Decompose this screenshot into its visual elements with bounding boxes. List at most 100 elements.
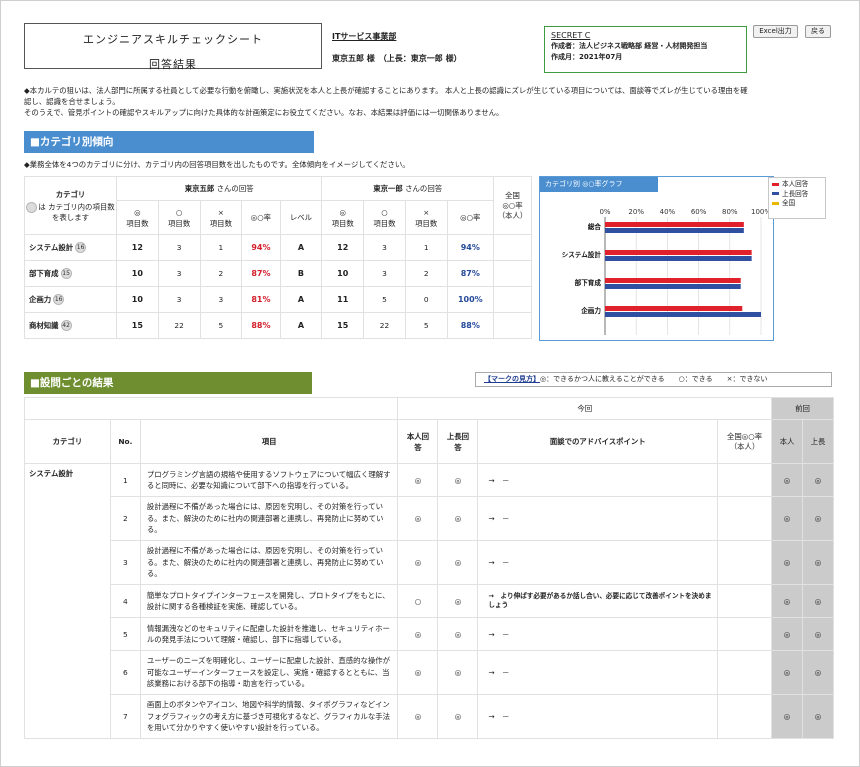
item-col-header: 項目 bbox=[139, 419, 399, 464]
legend-item-self: 本人回答 bbox=[772, 180, 822, 190]
category-name: 商材知識 42 bbox=[24, 312, 117, 339]
item-count-badge: 16 bbox=[75, 242, 87, 254]
category-section-desc: ◆業務全体を4つのカテゴリに分け、カテゴリ内の回答項目数を出したものです。全体傾… bbox=[24, 160, 410, 169]
chart-bar-self bbox=[605, 278, 741, 283]
self-name: 東京五郎 bbox=[184, 184, 215, 193]
back-button[interactable]: 戻る bbox=[805, 25, 831, 38]
category-col-header: カテゴリ bbox=[24, 419, 111, 464]
detail-section-header: ■設問ごとの結果 bbox=[24, 372, 312, 394]
no-col-header: No. bbox=[109, 419, 141, 464]
now-header: 今回 bbox=[397, 397, 773, 420]
chart-category-label: 部下育成 bbox=[575, 278, 602, 287]
category-header-label: カテゴリ bbox=[55, 189, 86, 199]
answer-suffix: さんの回答 bbox=[402, 184, 443, 193]
chart-bar-boss bbox=[605, 256, 752, 261]
chart-tick-label: 20% bbox=[628, 208, 644, 216]
chart-category-label: 総合 bbox=[588, 222, 602, 231]
category-name: システム設計 16 bbox=[24, 234, 117, 261]
mark-legend-link[interactable]: 【マークの見方】 bbox=[484, 375, 540, 383]
chart-bar-self bbox=[605, 306, 743, 311]
col-ee: ◎ 項目数 bbox=[116, 200, 159, 235]
self-answer-header: 東京五郎 さんの回答 bbox=[115, 176, 323, 201]
intro-text: ◆本カルテの狙いは、法人部門に所属する社員として必要な行動を俯瞰し、実施状況を本… bbox=[24, 85, 834, 118]
chart-bar-boss bbox=[605, 284, 741, 289]
chart-bar-boss bbox=[605, 312, 761, 317]
count-circle-icon bbox=[26, 201, 38, 213]
mark-legend: 【マークの見方】◎：できるかつ人に教えることができる ○：できる ×：できない bbox=[475, 372, 832, 387]
advice-col-header: 面談でのアドバイスポイント bbox=[477, 419, 719, 464]
mark-legend-text: ◎：できるかつ人に教えることができる ○：できる ×：できない bbox=[540, 375, 768, 383]
names-label: 東京五郎 様 （上長：東京一郎 様） bbox=[332, 54, 462, 63]
excel-export-button[interactable]: Excel出力 bbox=[753, 25, 798, 38]
chart-tick-label: 0% bbox=[599, 208, 610, 216]
table-row: システム設計 1 プログラミング言語の規格や使用するソフトウェアについて幅広く理解… bbox=[24, 463, 835, 739]
boss-answer-header: 東京一郎 さんの回答 bbox=[321, 176, 494, 201]
company-label: ◎○率 bbox=[502, 200, 523, 210]
chart-legend: 本人回答 上長回答 全国 bbox=[768, 177, 826, 219]
table-row: 3 設計過程に不備があった場合には、原因を究明し、その対策を行っている。また、解決… bbox=[25, 540, 835, 585]
chart-bar-boss bbox=[605, 228, 744, 233]
col-rate: ◎○率 bbox=[241, 200, 281, 235]
chart-svg: 0% 20% 40% 60% 80% 100%総合システム設計部下育成企画力 bbox=[562, 208, 771, 335]
detail-category: システム設計 bbox=[24, 463, 111, 739]
category-name: 企画力 16 bbox=[24, 286, 117, 313]
legend-item-boss: 上長回答 bbox=[772, 190, 822, 200]
col-o: ○ 項目数 bbox=[157, 200, 201, 235]
department-label: ITサービス事業部 bbox=[332, 32, 397, 41]
item-count-badge: 15 bbox=[60, 268, 72, 280]
prev-self-col-header: 本人 bbox=[771, 419, 803, 464]
secret-box: SECRET C 作成者：法人ビジネス戦略部 経営・人材開発担当 作成月：202… bbox=[544, 26, 747, 73]
table-row: システム設計 16 12 3 1 94% A 12 3 1 94% bbox=[24, 234, 532, 261]
table-row: 企画力 16 10 3 3 81% A 11 5 0 100% bbox=[24, 286, 532, 313]
created-label: 作成月：2021年07月 bbox=[551, 53, 623, 61]
item-count-badge: 42 bbox=[60, 320, 72, 332]
col-ee: ◎ 項目数 bbox=[321, 200, 365, 235]
col-x: × 項目数 bbox=[404, 200, 448, 235]
title-box: エンジニアスキルチェックシート 回答結果 bbox=[24, 23, 322, 71]
chart-tick-label: 80% bbox=[722, 208, 738, 216]
boss-name: 東京一郎 bbox=[373, 184, 403, 193]
intro-line: そのうえで、管見ポイントの確認やスキルアップに向けた具体的な計画策定にお役立てく… bbox=[24, 108, 504, 117]
blank-head bbox=[23, 397, 399, 420]
table-row: 7 画面上のボタンやアイコン、地図や科学的情報、タイポグラフィなどインフォグラフィ… bbox=[25, 694, 835, 739]
company-label: （本人） bbox=[497, 210, 528, 220]
chart-category-label: 企画力 bbox=[580, 306, 601, 315]
company-label: 全国 bbox=[505, 190, 520, 200]
rate-chart: カテゴリ別 ◎○率グラフ 0% 20% 40% 60% 80% 100% 総合 システム設計部… bbox=[539, 176, 774, 341]
author-label: 作成者：法人ビジネス戦略部 経営・人材開発担当 bbox=[551, 42, 708, 50]
table-row: 部下育成 15 10 3 2 87% B 10 3 2 87% bbox=[24, 260, 532, 287]
legend-swatch bbox=[772, 192, 779, 195]
page-subtitle: 回答結果 bbox=[149, 58, 197, 71]
table-row: 6 ユーザーのニーズを明確化し、ユーザーに配慮した設計、直感的な操作が可能なユーザ… bbox=[25, 650, 835, 695]
page-title: エンジニアスキルチェックシート bbox=[83, 33, 263, 46]
prev-header: 前回 bbox=[771, 397, 834, 420]
answer-suffix: さんの回答 bbox=[214, 184, 254, 193]
table-row: 4 簡単なプロトタイプインターフェースを開発し、プロトタイプをもとに、設計に関する… bbox=[25, 584, 835, 618]
chart-bar-self bbox=[605, 222, 744, 227]
item-count-badge: 16 bbox=[53, 294, 65, 306]
self-col-header: 本人回答 bbox=[397, 419, 439, 464]
category-section-header: ■カテゴリ別傾向 bbox=[24, 131, 314, 153]
col-level: レベル bbox=[279, 200, 323, 235]
company-rate-header: 全国 ◎○率 （本人） bbox=[493, 176, 532, 235]
col-rate: ◎○率 bbox=[446, 200, 495, 235]
col-x: × 項目数 bbox=[199, 200, 243, 235]
chart-category-label: システム設計 bbox=[562, 250, 602, 259]
legend-swatch bbox=[772, 182, 779, 186]
category-header: カテゴリ は カテゴリ内の項目数を表します bbox=[24, 176, 117, 235]
chart-tick-label: 40% bbox=[660, 208, 676, 216]
page-frame: エンジニアスキルチェックシート 回答結果 ITサービス事業部 東京五郎 様 （上… bbox=[0, 0, 860, 767]
category-note: は カテゴリ内の項目数を表します bbox=[38, 202, 115, 222]
category-table: カテゴリ は カテゴリ内の項目数を表します 東京五郎 さんの回答 東京一郎 さん… bbox=[24, 176, 532, 339]
legend-swatch bbox=[772, 201, 779, 205]
boss-col-header: 上長回答 bbox=[437, 419, 479, 464]
prev-boss-col-header: 上長 bbox=[801, 419, 835, 464]
legend-item-company: 全国 bbox=[772, 199, 822, 209]
detail-table: 今回 前回 カテゴリ No. 項目 本人回答 上長回答 面談でのアドバイスポイン… bbox=[23, 397, 835, 739]
table-row: 2 設計過程に不備があった場合には、原因を究明し、その対策を行っている。また、解決… bbox=[25, 496, 835, 541]
table-row: 商材知識 42 15 22 5 88% A 15 22 5 88% bbox=[24, 312, 532, 339]
chart-bar-self bbox=[605, 250, 752, 255]
col-o: ○ 項目数 bbox=[363, 200, 406, 235]
company-col-header: 全国◎○率（本人） bbox=[717, 419, 773, 464]
intro-line: ◆本カルテの狙いは、法人部門に所属する社員として必要な行動を俯瞰し、実施状況を本… bbox=[24, 86, 748, 95]
